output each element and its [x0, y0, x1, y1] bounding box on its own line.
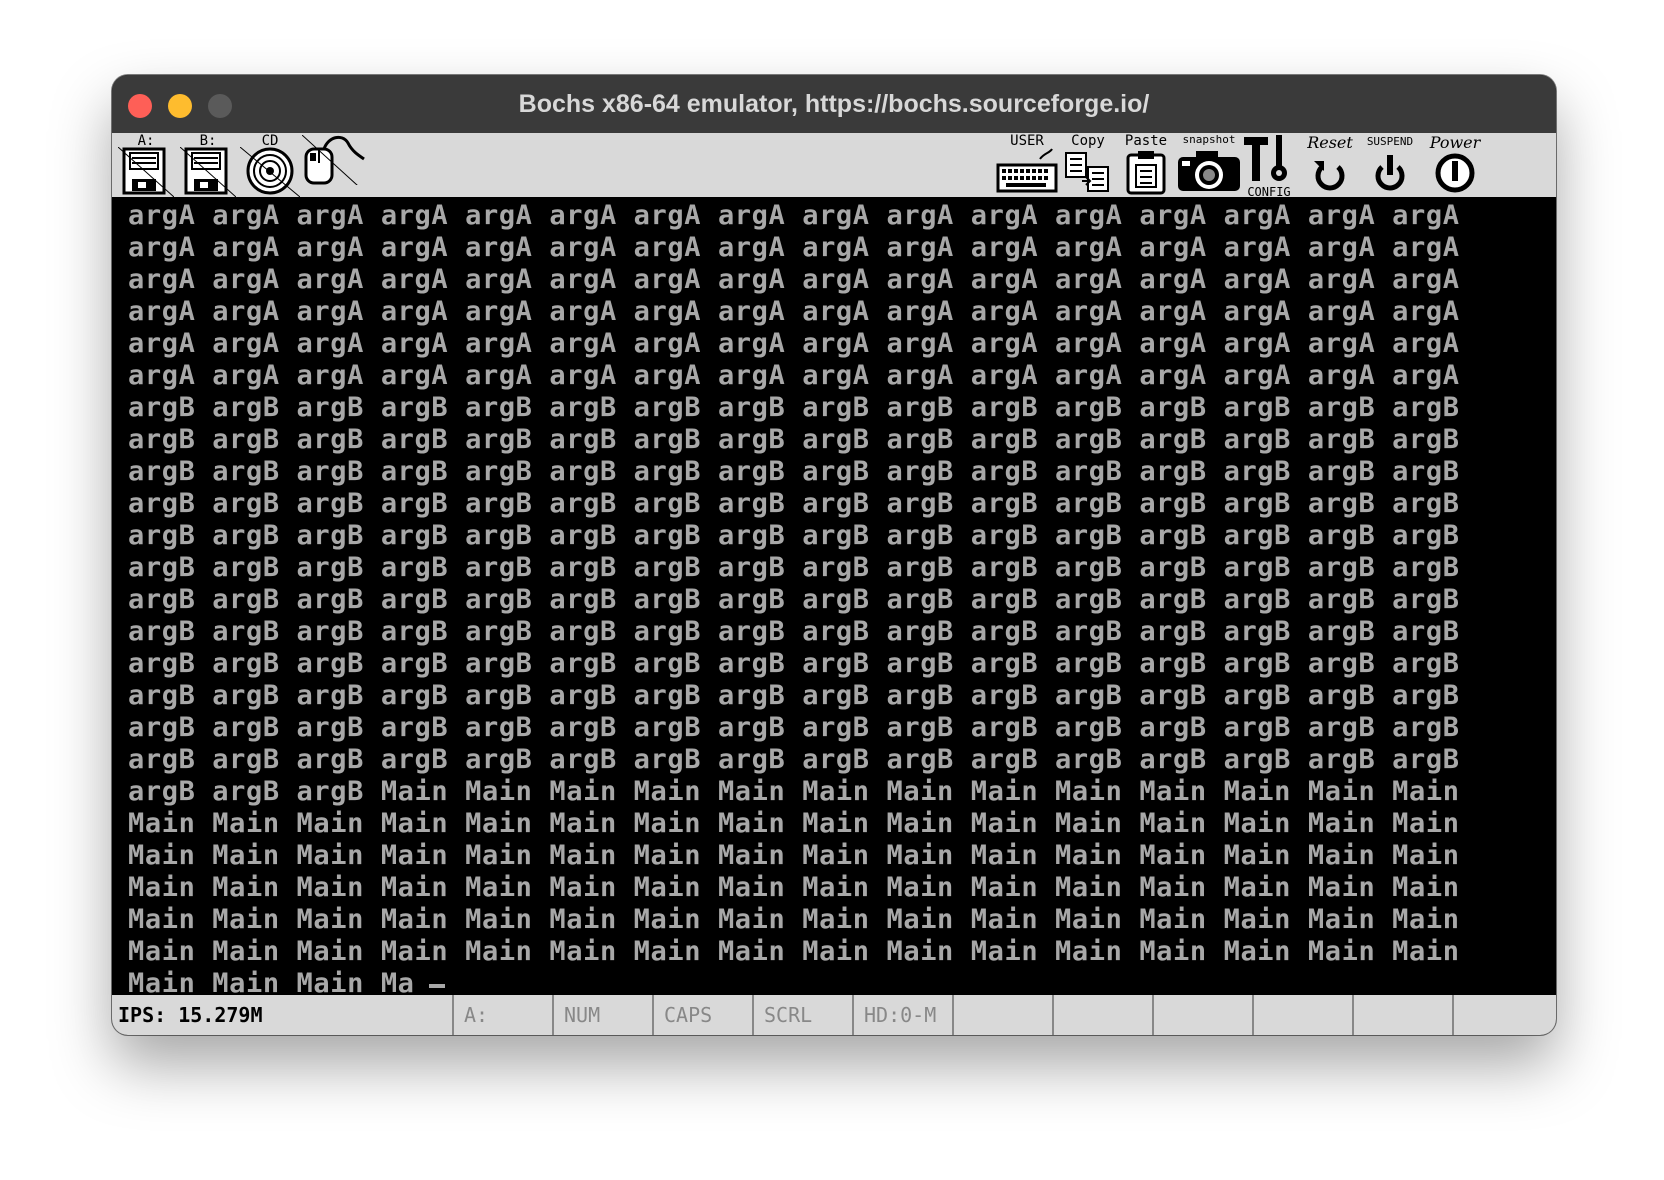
status-cell-empty	[1252, 995, 1352, 1035]
screen-text-line: argB argB argB argB argB argB argB argB …	[128, 616, 1460, 647]
screen-text-line: argB argB argB argB argB argB argB argB …	[128, 424, 1460, 455]
clipboard-icon	[1126, 151, 1166, 195]
emulator-text-screen[interactable]: argA argA argA argA argA argA argA argA …	[112, 198, 1556, 994]
floppy-drive-icon	[180, 147, 236, 197]
status-hard-disk: HD:0-M	[852, 995, 952, 1035]
status-cell-empty	[1452, 995, 1556, 1035]
paste-button[interactable]: Paste	[1118, 133, 1174, 197]
reset-icon	[1314, 161, 1345, 191]
bochs-window: Bochs x86-64 emulator, https://bochs.sou…	[112, 75, 1556, 1035]
title-bar[interactable]: Bochs x86-64 emulator, https://bochs.sou…	[112, 75, 1556, 134]
status-num-lock: NUM	[552, 995, 652, 1035]
floppy-drive-icon	[118, 147, 174, 197]
snapshot-button[interactable]: snapshot	[1176, 133, 1242, 197]
screen-text-line: Main Main Main Ma	[128, 968, 415, 994]
screen-text-line: argB argB argB Main Main Main Main Main …	[128, 776, 1460, 807]
mouse-icon	[302, 135, 365, 185]
screen-text-line: argA argA argA argA argA argA argA argA …	[128, 200, 1460, 231]
status-caps-lock: CAPS	[652, 995, 752, 1035]
camera-icon	[1178, 151, 1240, 191]
bochs-toolbar: A: B: CD USER Copy Paste snapshot CONFIG…	[112, 133, 1556, 199]
screen-text-line: Main Main Main Main Main Main Main Main …	[128, 872, 1460, 903]
screen-text-line: argB argB argB argB argB argB argB argB …	[128, 744, 1460, 775]
screen-text-line: argA argA argA argA argA argA argA argA …	[128, 360, 1460, 391]
power-button[interactable]: Power	[1422, 133, 1488, 197]
floppy-a-button[interactable]: A:	[118, 133, 174, 197]
keyboard-icon	[996, 148, 1058, 193]
status-cell-empty	[1052, 995, 1152, 1035]
window-title: Bochs x86-64 emulator, https://bochs.sou…	[518, 90, 1150, 118]
status-cell-empty	[1352, 995, 1452, 1035]
user-keyboard-button[interactable]: USER	[996, 133, 1058, 197]
ips-readout: IPS: 15.279M	[118, 1003, 263, 1027]
text-cursor	[429, 984, 445, 988]
config-button[interactable]: CONFIG	[1240, 133, 1298, 199]
power-icon	[1435, 153, 1475, 193]
screen-text-line: argB argB argB argB argB argB argB argB …	[128, 392, 1460, 423]
screen-text-line: Main Main Main Main Main Main Main Main …	[128, 840, 1460, 871]
screen-text-line: argB argB argB argB argB argB argB argB …	[128, 712, 1460, 743]
config-label: CONFIG	[1247, 185, 1291, 199]
snapshot-label: snapshot	[1182, 133, 1236, 146]
screen-text-line: argB argB argB argB argB argB argB argB …	[128, 552, 1460, 583]
screen-text-line: argA argA argA argA argA argA argA argA …	[128, 328, 1460, 359]
screen-text-line: Main Main Main Main Main Main Main Main …	[128, 808, 1460, 839]
screen-text-line: Main Main Main Main Main Main Main Main …	[128, 936, 1460, 967]
screen-text-line: argA argA argA argA argA argA argA argA …	[128, 264, 1460, 295]
screen-text-line: argB argB argB argB argB argB argB argB …	[128, 456, 1460, 487]
mouse-capture-button[interactable]	[302, 133, 368, 197]
screen-text-line: argA argA argA argA argA argA argA argA …	[128, 232, 1460, 263]
status-scroll-lock: SCRL	[752, 995, 852, 1035]
cdrom-icon	[240, 147, 300, 197]
status-floppy-a: A:	[452, 995, 552, 1035]
suspend-icon	[1375, 155, 1405, 191]
screen-text-line: argB argB argB argB argB argB argB argB …	[128, 648, 1460, 679]
status-cell-empty	[1152, 995, 1252, 1035]
status-cell-empty	[952, 995, 1052, 1035]
cdrom-button[interactable]: CD	[240, 133, 300, 197]
suspend-button[interactable]: SUSPEND	[1358, 133, 1422, 197]
screen-text-line: argA argA argA argA argA argA argA argA …	[128, 296, 1460, 327]
reset-button[interactable]: Reset	[1300, 133, 1360, 197]
screen-text-line: Main Main Main Main Main Main Main Main …	[128, 904, 1460, 935]
copy-button[interactable]: Copy	[1062, 133, 1114, 197]
copy-icon	[1065, 152, 1109, 192]
status-bar: IPS: 15.279M A: NUM CAPS SCRL HD:0-M	[112, 994, 1556, 1035]
config-tools-icon	[1244, 135, 1287, 181]
screen-text-line: argB argB argB argB argB argB argB argB …	[128, 680, 1460, 711]
screen-text-line: argB argB argB argB argB argB argB argB …	[128, 488, 1460, 519]
screen-text-line: argB argB argB argB argB argB argB argB …	[128, 584, 1460, 615]
screen-text-line: argB argB argB argB argB argB argB argB …	[128, 520, 1460, 551]
floppy-b-button[interactable]: B:	[180, 133, 236, 197]
